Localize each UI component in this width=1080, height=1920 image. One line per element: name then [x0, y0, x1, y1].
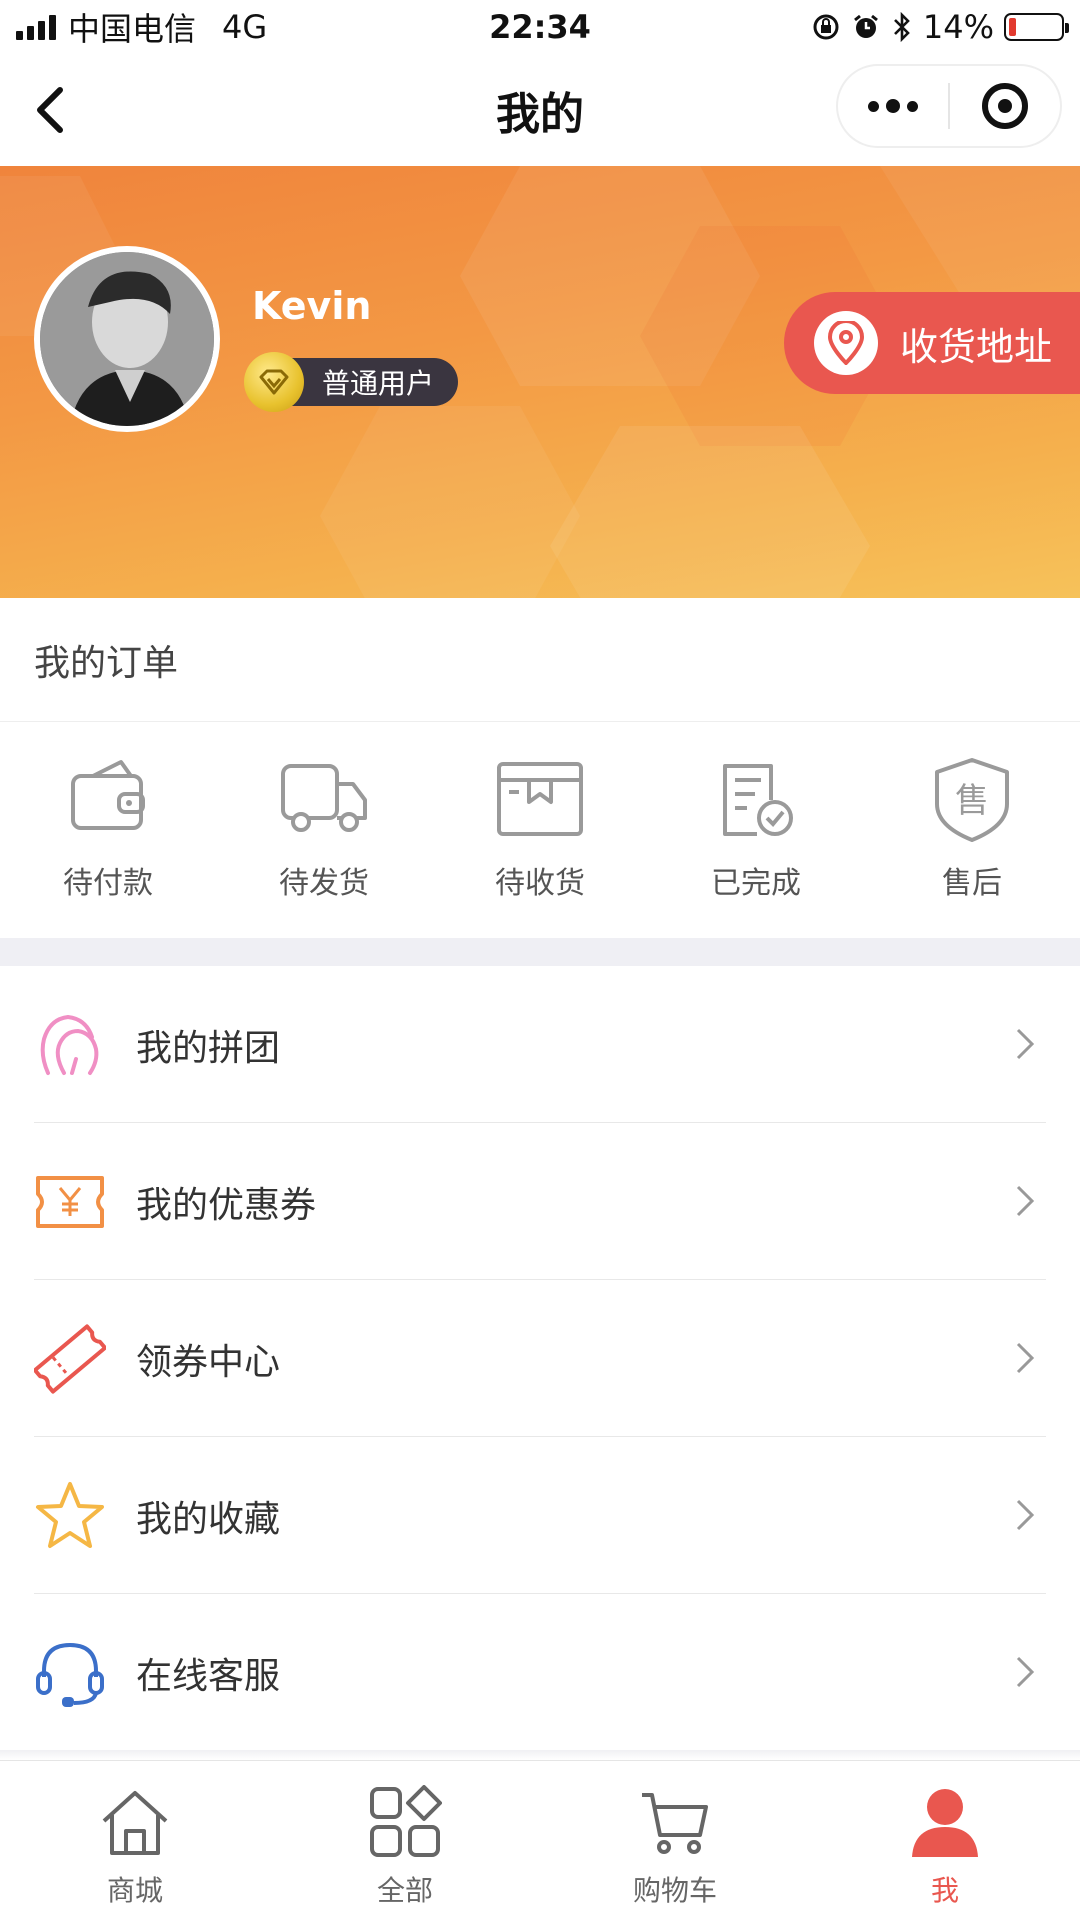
- shipping-address-button[interactable]: 收货地址: [784, 292, 1080, 394]
- order-status-row: 待付款 待发货 待收货 已完成 售 售后: [0, 722, 1080, 938]
- order-label: 售后: [942, 866, 1002, 901]
- bluetooth-icon: [893, 12, 910, 42]
- rotation-lock-icon: [813, 14, 839, 40]
- tab-label: 购物车: [632, 1874, 717, 1907]
- chevron-right-icon: [1016, 1028, 1035, 1060]
- home-icon: [102, 1791, 168, 1855]
- status-right: 14%: [811, 8, 1069, 46]
- tab-label: 我: [930, 1874, 959, 1907]
- profile-banner: Kevin 普通用户 收货地址: [0, 166, 1080, 598]
- grid-icon: [370, 1785, 442, 1857]
- order-label: 待收货: [495, 866, 585, 901]
- battery-percent: 14%: [922, 8, 994, 46]
- username: Kevin: [252, 284, 372, 328]
- chevron-right-icon: [1016, 1656, 1035, 1688]
- network-label: 4G: [222, 8, 268, 46]
- order-label: 待发货: [279, 866, 369, 901]
- menu-item-customer-service[interactable]: 在线客服: [0, 1594, 1080, 1751]
- menu-item-label: 我的收藏: [136, 1498, 281, 1540]
- tab-me[interactable]: 我: [810, 1761, 1080, 1920]
- menu-item-favorites[interactable]: 我的收藏: [0, 1437, 1080, 1594]
- tab-label: 商城: [106, 1874, 163, 1907]
- back-icon[interactable]: [22, 80, 82, 140]
- menu-item-label: 我的优惠券: [136, 1184, 317, 1226]
- chevron-right-icon: [1016, 1342, 1035, 1374]
- menu-list: 我的拼团 我的优惠券 领券中心 我的收藏 在线客服: [0, 966, 1080, 1751]
- headset-icon: [34, 1637, 106, 1709]
- alarm-icon: [853, 14, 878, 38]
- avatar[interactable]: [34, 246, 220, 432]
- group-icon: [34, 1009, 106, 1081]
- cart-icon: [642, 1793, 708, 1854]
- ticket-icon: [34, 1323, 106, 1395]
- order-after-sales[interactable]: 售 售后: [864, 722, 1080, 938]
- my-orders-title[interactable]: 我的订单: [0, 598, 1080, 722]
- nav-bar: 我的: [0, 54, 1080, 166]
- menu-item-label: 在线客服: [136, 1655, 281, 1697]
- avatar-image: [40, 252, 214, 426]
- tab-bar: 商城 全部 购物车 我: [0, 1760, 1080, 1920]
- tab-label: 全部: [376, 1874, 433, 1907]
- signal-icon: [16, 14, 56, 40]
- mini-program-capsule: [836, 64, 1062, 148]
- order-label: 待付款: [63, 866, 153, 901]
- order-label: 已完成: [711, 866, 801, 901]
- wallet-icon: [71, 760, 145, 830]
- order-pending-payment[interactable]: 待付款: [0, 722, 216, 938]
- more-icon[interactable]: [838, 99, 948, 113]
- order-pending-shipment[interactable]: 待发货: [216, 722, 432, 938]
- tab-all[interactable]: 全部: [270, 1761, 540, 1920]
- shield-icon: 售: [935, 758, 1009, 842]
- user-icon: [912, 1789, 978, 1857]
- menu-item-label: 领券中心: [136, 1341, 281, 1383]
- section-divider: [0, 938, 1080, 966]
- order-pending-receipt[interactable]: 待收货: [432, 722, 648, 938]
- star-icon: [34, 1480, 106, 1552]
- tab-cart[interactable]: 购物车: [540, 1761, 810, 1920]
- chevron-right-icon: [1016, 1185, 1035, 1217]
- coupon-icon: [34, 1166, 106, 1238]
- menu-item-label: 我的拼团: [136, 1027, 281, 1069]
- user-level-label: 普通用户: [322, 367, 435, 400]
- tab-mall[interactable]: 商城: [0, 1761, 270, 1920]
- checked-document-icon: [723, 764, 793, 836]
- svg-text:售: 售: [955, 781, 989, 821]
- battery-icon: [1004, 13, 1069, 41]
- menu-item-group-buy[interactable]: 我的拼团: [0, 966, 1080, 1123]
- menu-item-coupon-center[interactable]: 领券中心: [0, 1280, 1080, 1437]
- menu-item-coupons[interactable]: 我的优惠券: [0, 1123, 1080, 1280]
- order-completed[interactable]: 已完成: [648, 722, 864, 938]
- box-icon: [497, 762, 583, 836]
- page-title: 我的: [496, 89, 584, 140]
- truck-icon: [281, 764, 367, 832]
- status-bar: 中国电信 4G 22:34 14%: [0, 0, 1080, 54]
- user-level-badge: 普通用户: [244, 352, 458, 412]
- list-bottom-shadow: [0, 1750, 1080, 1760]
- shipping-address-label: 收货地址: [900, 324, 1053, 369]
- carrier-label: 中国电信: [68, 10, 197, 48]
- close-target-icon[interactable]: [950, 83, 1060, 129]
- chevron-right-icon: [1016, 1499, 1035, 1531]
- location-pin-icon: [814, 311, 878, 375]
- vip-diamond-icon: [244, 352, 304, 412]
- status-left: 中国电信 4G: [16, 4, 267, 50]
